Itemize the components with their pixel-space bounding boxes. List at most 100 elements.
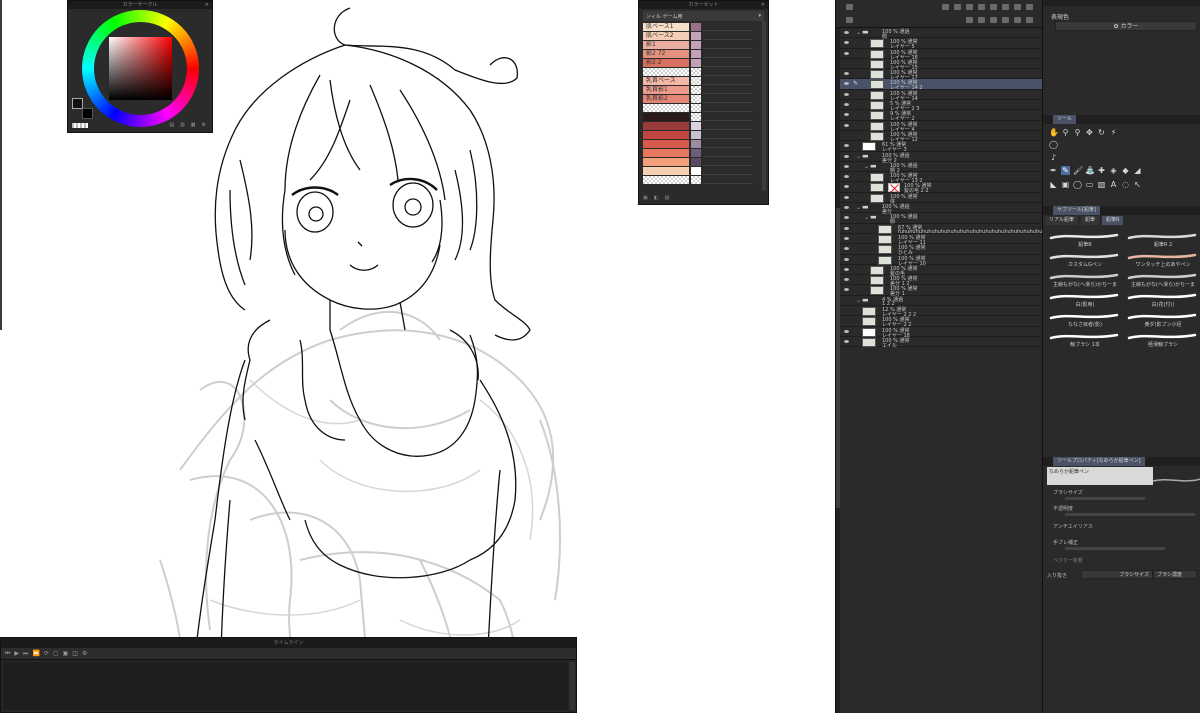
mode-icon[interactable]: ▤ (169, 122, 174, 128)
color-swatch[interactable] (643, 167, 689, 175)
close-icon[interactable]: × (761, 1, 765, 9)
color-swatch[interactable]: 乳首影1 (643, 86, 689, 94)
brush-preset[interactable]: 鉛筆R 2 (1125, 232, 1200, 248)
bell-icon[interactable]: ♪ (1049, 153, 1058, 162)
eye-icon[interactable] (844, 247, 849, 251)
layer-row[interactable]: ⌄ ▬ 100 % 通過顔 (836, 213, 1042, 225)
layer-row[interactable]: 100 % 通常 レイヤー 17 (836, 69, 1042, 81)
color-swatch-secondary[interactable] (691, 113, 701, 121)
brush-preset[interactable]: 鯨ブラシ 1本 (1047, 332, 1123, 348)
color-swatch[interactable]: 乳首影2 (643, 95, 689, 103)
brush-preset[interactable]: ななさ目者(影) (1047, 312, 1123, 328)
color-swatch-empty[interactable] (703, 113, 753, 121)
layer-row[interactable]: 100 % 通常 レイヤー 4 (836, 121, 1042, 133)
color-swatch[interactable] (643, 122, 689, 130)
new-vector-layer-icon[interactable] (978, 17, 985, 23)
color-set-row[interactable] (643, 113, 764, 121)
brush-preset[interactable]: 極滑鯨ブラシ (1125, 332, 1200, 348)
eye-icon[interactable] (844, 226, 849, 230)
color-swatch-secondary[interactable] (691, 176, 701, 184)
zoom-icon[interactable]: ⚲ (1061, 128, 1070, 137)
lock-icon[interactable] (966, 4, 973, 10)
brush-preset[interactable]: 主線もがな(ヘ滑ら)かちーま (1125, 272, 1200, 288)
cel-icon[interactable]: ▢ (53, 650, 59, 657)
color-swatch-empty[interactable] (703, 95, 753, 103)
color-set-row[interactable]: 肌ベース1 (643, 23, 764, 31)
layer-row[interactable]: ⌄ ▬ 100 % 通過顔 2 (836, 162, 1042, 174)
new-folder-icon[interactable] (990, 17, 997, 23)
color-swatch-secondary[interactable] (691, 77, 701, 85)
color-swatch-empty[interactable] (703, 77, 753, 85)
color-swatch[interactable] (643, 149, 689, 157)
color-swatch-secondary[interactable] (691, 41, 701, 49)
color-swatch[interactable] (643, 140, 689, 148)
eyedropper-icon[interactable]: ⚡ (1109, 128, 1118, 137)
pen-icon[interactable]: ✒ (1049, 166, 1058, 175)
eye-icon[interactable] (844, 195, 849, 199)
eye-icon[interactable] (844, 267, 849, 271)
layer-row[interactable]: 5 % 通常 レイヤー 2 3 (836, 100, 1042, 112)
color-swatch[interactable]: 影1 (643, 41, 689, 49)
color-set-row[interactable]: 影2 2 (643, 59, 764, 67)
next-frame-icon[interactable]: ⏭ (23, 650, 28, 658)
eye-icon[interactable] (844, 154, 849, 158)
sub-color-swatch[interactable] (82, 108, 93, 119)
color-set-row[interactable]: 肌ベース2 (643, 32, 764, 40)
subtool-group-real-pencil[interactable]: リアル鉛筆 (1045, 216, 1078, 225)
new-cel-icon[interactable]: ▣ (63, 650, 69, 657)
chevron-down-icon[interactable]: ⌄ (864, 163, 869, 170)
color-set-scrollbar[interactable] (762, 21, 766, 191)
layer-row[interactable]: ⌄ ▬ 100 % 通過顔 (836, 28, 1042, 40)
blend-icon[interactable]: ◆ (1121, 166, 1130, 175)
layer-row[interactable]: ✎ 100 % 通常 レイヤー 14 2 (836, 79, 1042, 91)
color-swatch-empty[interactable] (703, 104, 753, 112)
eye-icon[interactable] (844, 144, 849, 148)
mask-add-icon[interactable] (1014, 17, 1021, 23)
color-swatch-empty[interactable] (703, 131, 753, 139)
hand-icon[interactable]: ✋ (1049, 128, 1059, 137)
timeline-body[interactable] (3, 662, 568, 710)
menu-icon[interactable] (1026, 4, 1033, 10)
layer-row[interactable]: 12 % 通常 レイヤー 2 2 2 (836, 306, 1042, 318)
color-swatch-empty[interactable] (703, 41, 753, 49)
merge-layer-icon[interactable] (1002, 17, 1009, 23)
timeline-settings-icon[interactable]: ⚙ (82, 650, 87, 657)
layer-row[interactable]: 100 % 通常 ひとみ (836, 244, 1042, 256)
pencil-icon[interactable]: ✎ (1061, 166, 1070, 175)
color-swatch[interactable] (643, 104, 689, 112)
color-swatch-empty[interactable] (703, 158, 753, 166)
color-swatch-empty[interactable] (703, 122, 753, 130)
eraser-icon[interactable]: ◈ (1109, 166, 1118, 175)
chevron-down-icon[interactable]: ⌄ (856, 29, 861, 36)
color-swatch[interactable]: 肌ベース2 (643, 32, 689, 40)
layer-menu-icon[interactable] (846, 17, 853, 23)
color-swatch-secondary[interactable] (691, 50, 701, 58)
color-set-row[interactable] (643, 131, 764, 139)
color-set-row[interactable] (643, 140, 764, 148)
layer-row[interactable]: 100 % 通常体 (836, 193, 1042, 205)
pressure-density-button[interactable]: ブラシ濃度 (1153, 570, 1197, 579)
color-set-row[interactable] (643, 176, 764, 184)
layer-row[interactable]: 9 % 通常 レイヤー 2 (836, 110, 1042, 122)
color-swatch[interactable]: 影2 72 (643, 50, 689, 58)
fill-icon[interactable]: ◢ (1133, 166, 1142, 175)
color-set-row[interactable] (643, 167, 764, 175)
brush-preset[interactable]: 黄ダ(影ブン小径 (1125, 312, 1200, 328)
reference-icon[interactable] (954, 4, 961, 10)
color-swatch-empty[interactable] (703, 140, 753, 148)
layer-row[interactable]: ⌄ ▬ 100 % 通過 差分 2 (836, 152, 1042, 164)
timeline-scrollbar[interactable] (570, 662, 575, 710)
color-swatch-secondary[interactable] (691, 59, 701, 67)
eye-icon[interactable] (844, 339, 849, 343)
eye-icon[interactable] (844, 236, 849, 240)
layer-row[interactable]: 100 % 通常 レイヤー 5 (836, 38, 1042, 50)
color-set-row[interactable] (643, 104, 764, 112)
blend-mode-icon[interactable] (846, 4, 853, 10)
mask-icon[interactable] (990, 4, 997, 10)
color-swatch-empty[interactable] (703, 23, 753, 31)
lasso-icon[interactable]: ◯ (1049, 140, 1058, 149)
delete-color-icon[interactable]: ▨ (664, 195, 669, 202)
brush-preset[interactable]: 主線もがな(ヘ滑ら)かちーま (1047, 272, 1123, 288)
eye-icon[interactable] (844, 164, 849, 168)
color-set-row[interactable]: 影1 (643, 41, 764, 49)
